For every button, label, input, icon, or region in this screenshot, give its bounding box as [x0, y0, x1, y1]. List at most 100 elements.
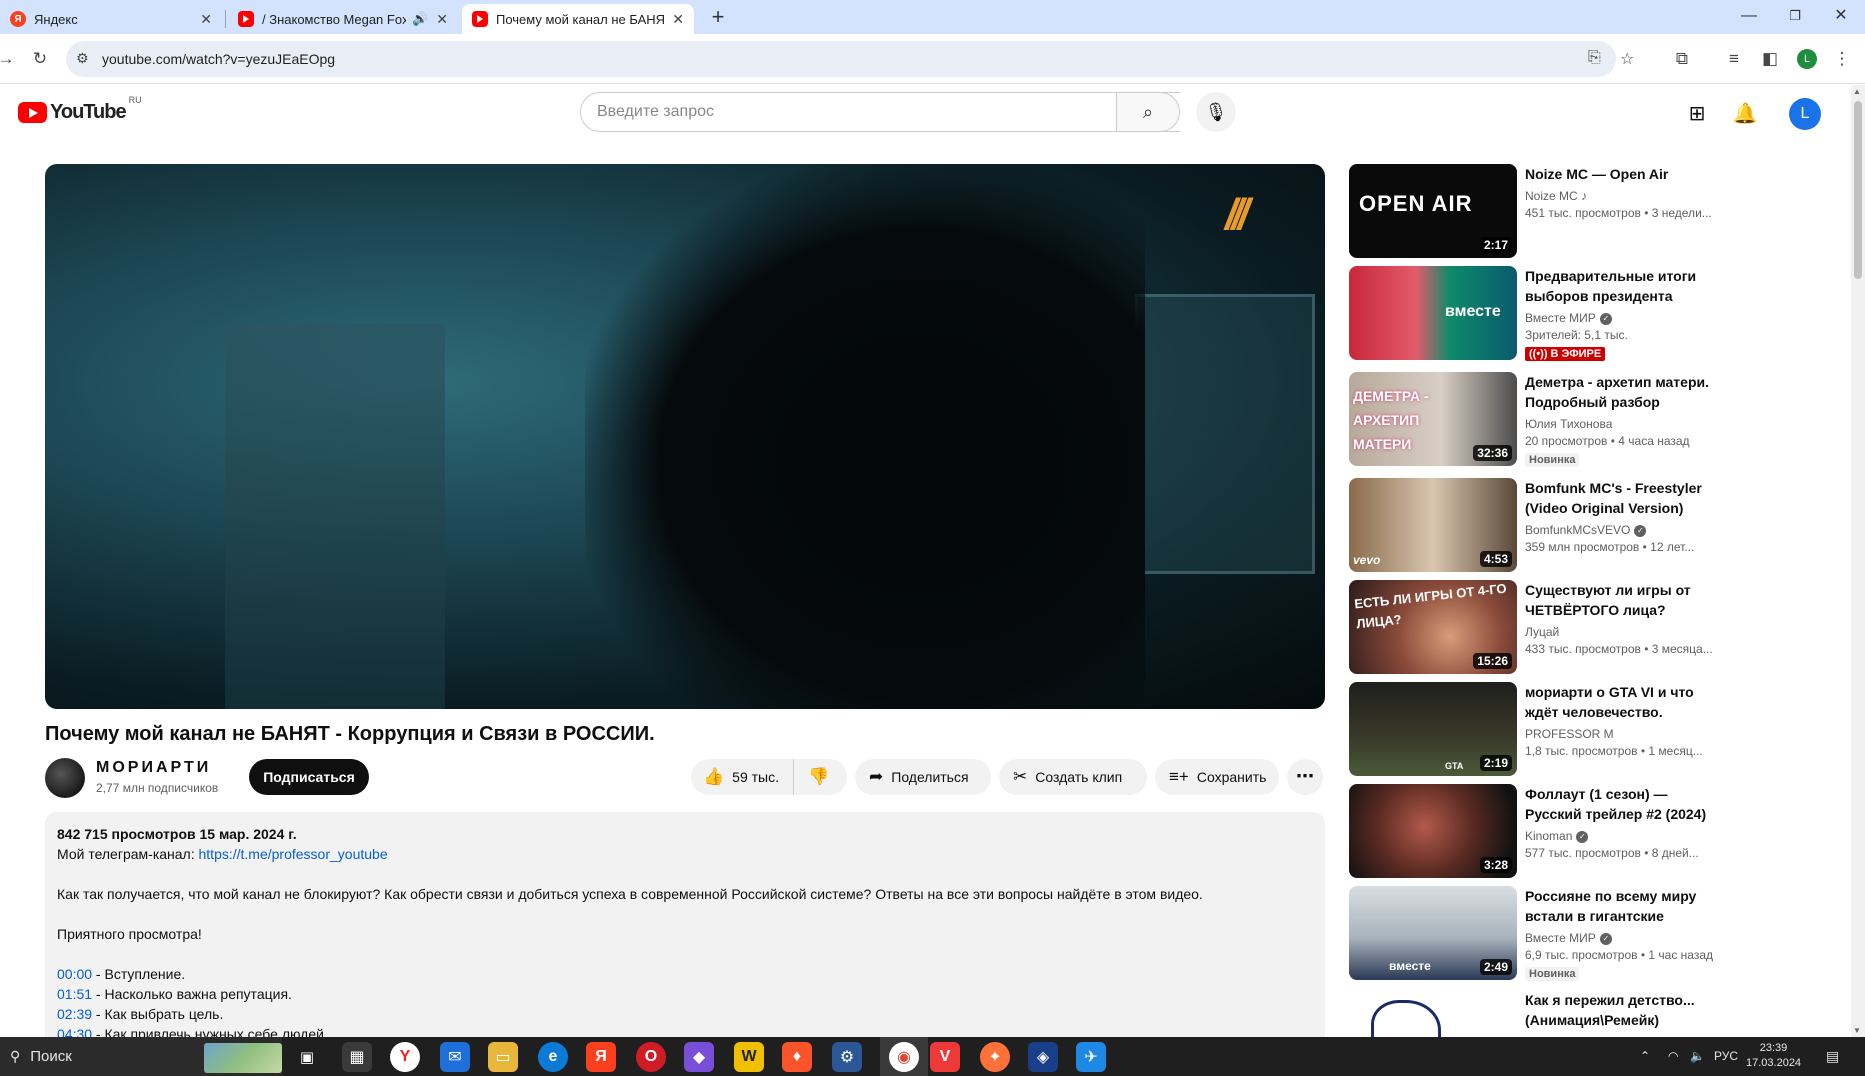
notifications-icon[interactable]: ▤	[1826, 1037, 1839, 1076]
video-player[interactable]: ///	[45, 164, 1325, 709]
tab-megan-fox[interactable]: / Знакомство Megan Fox с 🔊 ✕	[228, 4, 458, 34]
address-bar[interactable]: ⚙ youtube.com/watch?v=yezuJEaEOpg ⎘ ☆	[66, 41, 1634, 77]
tab-current-video[interactable]: Почему мой канал не БАНЯТ - ✕	[462, 4, 694, 34]
close-icon[interactable]: ✕	[436, 11, 448, 28]
video-thumbnail[interactable]: ЕСТЬ ЛИ ИГРЫ ОТ 4-ГО ЛИЦА? 15:26	[1349, 580, 1517, 674]
chapter-timestamp[interactable]: 01:51	[57, 986, 92, 1002]
network-icon[interactable]: ◠	[1668, 1037, 1678, 1076]
media-controls-icon[interactable]: ≡	[1720, 45, 1748, 73]
reload-icon[interactable]: ↻	[26, 45, 54, 73]
recommendation-item[interactable]: вместе Предварительные итоги выборов пре…	[1349, 266, 1729, 362]
recommendation-title[interactable]: мориарти о GTA VI и что ждёт человечеств…	[1525, 682, 1725, 722]
recommendation-title[interactable]: Как я пережил детство... (Анимация\Ремей…	[1525, 990, 1725, 1030]
like-button[interactable]: 👍 59 тыс.	[691, 759, 794, 795]
edge-icon[interactable]: e	[538, 1042, 568, 1072]
brave-icon[interactable]: ♦	[782, 1042, 812, 1072]
recommendation-title[interactable]: Noize MC — Open Air	[1525, 164, 1725, 184]
new-tab-button[interactable]: +	[704, 4, 732, 32]
more-actions-button[interactable]: ⋯	[1287, 759, 1323, 795]
recommendation-title[interactable]: Существуют ли игры от ЧЕТВЁРТОГО лица?	[1525, 580, 1725, 620]
scroll-up-icon[interactable]: ▲	[1853, 87, 1861, 96]
bookmark-star-icon[interactable]: ☆	[1620, 49, 1634, 69]
recommendation-channel[interactable]: PROFESSOR M	[1525, 726, 1725, 742]
channel-avatar[interactable]	[45, 758, 85, 798]
app-icon[interactable]: ⚙	[832, 1042, 862, 1072]
voice-search-button[interactable]: 🎙	[1196, 92, 1236, 132]
telegram-link[interactable]: https://t.me/professor_youtube	[199, 846, 388, 862]
app-icon[interactable]: ✈	[1076, 1042, 1106, 1072]
recommendation-title[interactable]: Фоллаут (1 сезон) — Русский трейлер #2 (…	[1525, 784, 1725, 824]
video-thumbnail[interactable]: ДЕМЕТРА - АРХЕТИП МАТЕРИ 32:36	[1349, 372, 1517, 466]
recommendation-item[interactable]: ЕСТЬ ЛИ ИГРЫ ОТ 4-ГО ЛИЦА? 15:26 Существ…	[1349, 580, 1729, 676]
browser-profile-avatar[interactable]: L	[1797, 49, 1817, 69]
yandex-browser-icon[interactable]: Y	[390, 1042, 420, 1072]
file-explorer-icon[interactable]: ▭	[488, 1042, 518, 1072]
dislike-button[interactable]: 👎	[794, 767, 843, 787]
firefox-icon[interactable]: ✦	[980, 1042, 1010, 1072]
install-app-icon[interactable]: ⎘	[1588, 49, 1601, 67]
store-icon[interactable]: ▦	[342, 1042, 372, 1072]
taskbar-search[interactable]: ⚲ Поиск	[0, 1037, 282, 1076]
chapter-timestamp[interactable]: 02:39	[57, 1006, 92, 1022]
recommendation-title[interactable]: Деметра - архетип матери. Подробный разб…	[1525, 372, 1725, 412]
security-shield-icon[interactable]: ◈	[1028, 1042, 1058, 1072]
youtube-logo[interactable]: YouTube RU	[18, 95, 142, 124]
vivaldi-icon[interactable]: V	[930, 1042, 960, 1072]
page-scrollbar[interactable]: ▲ ▼	[1851, 85, 1865, 1037]
recommendation-channel[interactable]: Юлия Тихонова	[1525, 416, 1725, 432]
recommendation-channel[interactable]: Луцай	[1525, 624, 1725, 640]
save-button[interactable]: ≡+ Сохранить	[1155, 759, 1279, 795]
search-button[interactable]: ⌕	[1116, 92, 1180, 132]
recommendation-item[interactable]: 3:28 Фоллаут (1 сезон) — Русский трейлер…	[1349, 784, 1729, 880]
window-close-button[interactable]: ✕	[1818, 0, 1864, 34]
minimize-button[interactable]: —	[1726, 0, 1772, 34]
channel-name[interactable]: МОРИАРТИ	[96, 759, 211, 777]
app-icon[interactable]: ◆	[684, 1042, 714, 1072]
task-view-icon[interactable]: ▣	[292, 1042, 322, 1072]
close-icon[interactable]: ✕	[672, 11, 684, 28]
site-settings-icon[interactable]: ⚙	[76, 50, 89, 67]
video-thumbnail[interactable]: 3:28	[1349, 784, 1517, 878]
recommendation-title[interactable]: Россияне по всему миру встали в гигантск…	[1525, 886, 1725, 926]
tray-chevron-icon[interactable]: ⌃	[1640, 1037, 1650, 1076]
recommendation-item[interactable]: вместе 2:49 Россияне по всему миру встал…	[1349, 886, 1729, 982]
video-thumbnail[interactable]: vevo 4:53	[1349, 478, 1517, 572]
description-box[interactable]: 842 715 просмотров 15 мар. 2024 г. Мой т…	[45, 812, 1325, 1042]
video-thumbnail[interactable]: вместе	[1349, 266, 1517, 360]
recommendation-item[interactable]: ДЕМЕТРА - АРХЕТИП МАТЕРИ 32:36 Деметра -…	[1349, 372, 1729, 468]
video-thumbnail[interactable]: OPEN AIR 2:17	[1349, 164, 1517, 258]
volume-icon[interactable]: 🔈	[1690, 1037, 1705, 1076]
mail-icon[interactable]: ✉	[440, 1042, 470, 1072]
yandex-icon[interactable]: Я	[586, 1042, 616, 1072]
search-input[interactable]: Введите запрос	[580, 92, 1180, 132]
tab-yandex[interactable]: Я Яндекс ✕	[0, 4, 222, 34]
language-indicator[interactable]: РУС	[1714, 1037, 1738, 1076]
scrollbar-thumb[interactable]	[1854, 101, 1862, 279]
notifications-bell-icon[interactable]: 🔔	[1730, 99, 1760, 129]
browser-menu-icon[interactable]: ⋮	[1828, 45, 1856, 73]
speaker-icon[interactable]: 🔊	[412, 11, 428, 27]
video-thumbnail[interactable]: вместе 2:49	[1349, 886, 1517, 980]
account-avatar[interactable]: L	[1789, 98, 1821, 130]
system-clock[interactable]: 23:39 17.03.2024	[1746, 1041, 1801, 1071]
recommendation-item[interactable]: vevo 4:53 Bomfunk MC's - Freestyler (Vid…	[1349, 478, 1729, 574]
create-video-icon[interactable]: ⊞	[1682, 99, 1712, 129]
scroll-down-icon[interactable]: ▼	[1853, 1026, 1861, 1035]
opera-icon[interactable]: O	[636, 1042, 666, 1072]
close-icon[interactable]: ✕	[200, 11, 212, 28]
forward-arrow-icon[interactable]: →	[0, 45, 20, 73]
restore-button[interactable]: ❐	[1772, 0, 1818, 34]
extensions-icon[interactable]: ⧉	[1668, 45, 1696, 73]
chapter-timestamp[interactable]: 00:00	[57, 966, 92, 982]
recommendation-item[interactable]: OPEN AIR 2:17 Noize MC — Open Air Noize …	[1349, 164, 1729, 260]
recommendation-title[interactable]: Bomfunk MC's - Freestyler (Video Origina…	[1525, 478, 1725, 518]
video-thumbnail[interactable]: GTA 2:19	[1349, 682, 1517, 776]
side-panel-icon[interactable]: ◧	[1756, 45, 1784, 73]
create-clip-button[interactable]: ✂ Создать клип	[999, 759, 1147, 795]
recommendation-title[interactable]: Предварительные итоги выборов президента…	[1525, 266, 1725, 306]
chrome-icon[interactable]: ◉	[889, 1042, 919, 1072]
subscribe-button[interactable]: Подписаться	[249, 759, 369, 795]
app-icon[interactable]: W	[734, 1042, 764, 1072]
share-button[interactable]: ➦ Поделиться	[855, 759, 991, 795]
recommendation-item[interactable]: GTA 2:19 мориарти о GTA VI и что ждёт че…	[1349, 682, 1729, 778]
